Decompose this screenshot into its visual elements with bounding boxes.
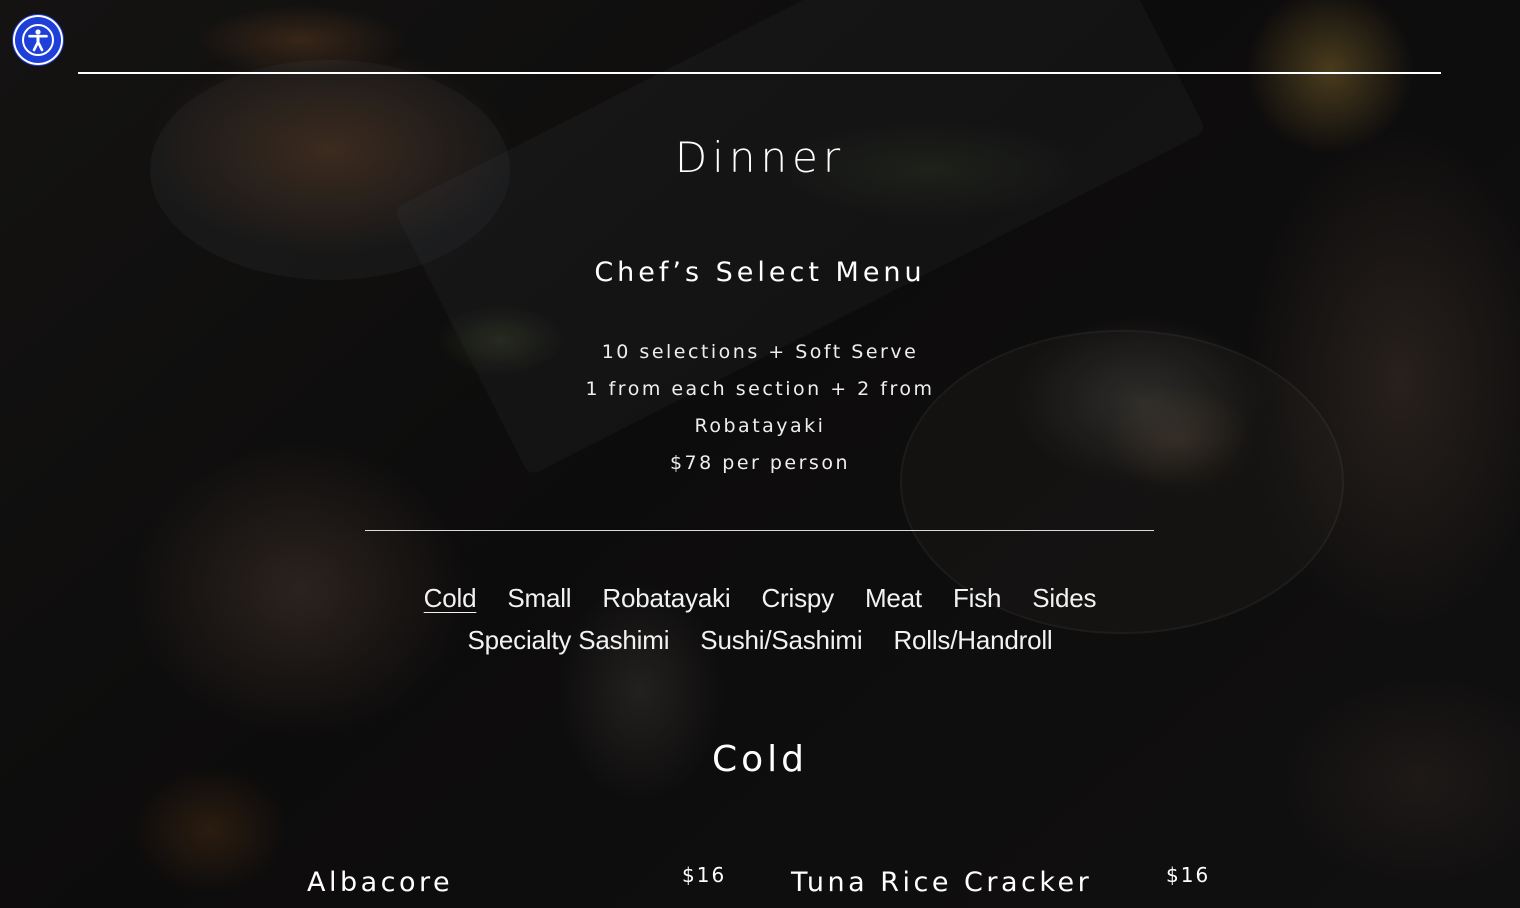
category-link-cold[interactable]: Cold bbox=[424, 583, 477, 614]
category-link-rolls-handroll[interactable]: Rolls/Handroll bbox=[893, 625, 1052, 656]
menu-item-name: Tuna Rice Cracker bbox=[791, 867, 1093, 898]
menu-name: Chef’s Select Menu bbox=[594, 257, 926, 288]
page-title: Dinner bbox=[674, 133, 846, 182]
category-link-sushi-sashimi[interactable]: Sushi/Sashimi bbox=[700, 625, 862, 656]
category-link-fish[interactable]: Fish bbox=[953, 583, 1002, 614]
menu-item-name: Albacore bbox=[307, 867, 454, 898]
menu-price-line: $78 per person bbox=[669, 452, 851, 474]
menu-item-price: $16 bbox=[682, 863, 727, 887]
menu-item-price: $16 bbox=[1166, 863, 1211, 887]
category-link-specialty-sashimi[interactable]: Specialty Sashimi bbox=[468, 625, 670, 656]
category-link-robatayaki[interactable]: Robatayaki bbox=[602, 583, 730, 614]
section-divider bbox=[365, 530, 1154, 531]
category-link-meat[interactable]: Meat bbox=[865, 583, 922, 614]
category-nav-row-1: Cold Small Robatayaki Crispy Meat Fish S… bbox=[0, 583, 1520, 614]
top-divider bbox=[78, 72, 1441, 74]
category-link-small[interactable]: Small bbox=[507, 583, 571, 614]
accessibility-icon bbox=[22, 24, 54, 56]
menu-description-line: Robatayaki bbox=[694, 415, 826, 437]
category-link-sides[interactable]: Sides bbox=[1032, 583, 1096, 614]
section-title: Cold bbox=[711, 739, 808, 780]
menu-description-line: 1 from each section + 2 from bbox=[585, 378, 935, 400]
menu-description-line: 10 selections + Soft Serve bbox=[601, 341, 919, 363]
category-link-crispy[interactable]: Crispy bbox=[761, 583, 834, 614]
accessibility-button[interactable] bbox=[13, 15, 63, 65]
menu-page: Dinner Chef’s Select Menu 10 selections … bbox=[0, 0, 1520, 908]
category-nav-row-2: Specialty Sashimi Sushi/Sashimi Rolls/Ha… bbox=[0, 625, 1520, 656]
